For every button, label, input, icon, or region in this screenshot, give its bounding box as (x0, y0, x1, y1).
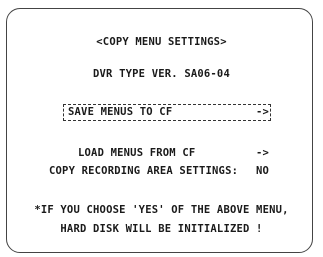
warning-line-1: *IF YOU CHOOSE 'YES' OF THE ABOVE MENU, (34, 204, 289, 216)
menu-item-copy-recording-area-value[interactable]: NO (256, 165, 269, 178)
warning-line-2: HARD DISK WILL BE INITIALIZED ! (60, 223, 263, 235)
menu-item-save-menus-to-cf-arrow[interactable]: -> (256, 106, 269, 119)
menu-title: <COPY MENU SETTINGS> (96, 36, 227, 48)
menu-item-save-menus-to-cf-label[interactable]: SAVE MENUS TO CF (68, 106, 172, 119)
dvr-version-label: DVR TYPE VER. SA06-04 (93, 68, 230, 80)
menu-item-load-menus-from-cf-label[interactable]: LOAD MENUS FROM CF (78, 147, 195, 160)
menu-item-copy-recording-area-label[interactable]: COPY RECORDING AREA SETTINGS: (49, 165, 238, 178)
menu-item-load-menus-from-cf-arrow[interactable]: -> (256, 147, 269, 160)
